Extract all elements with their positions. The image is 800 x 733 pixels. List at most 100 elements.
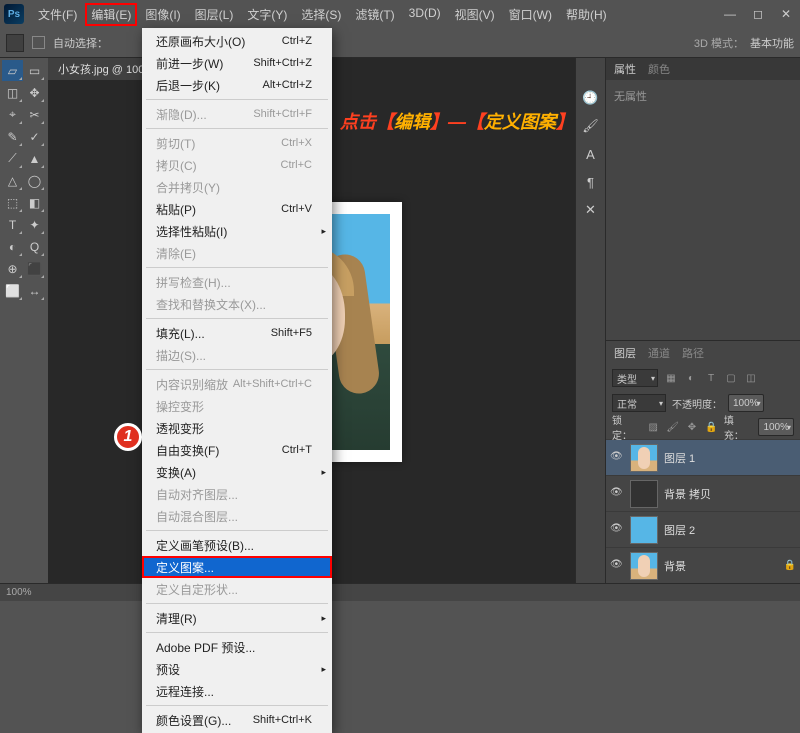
edit-menu-item-1[interactable]: 前进一步(W)Shift+Ctrl+Z (142, 52, 332, 74)
tool-19[interactable]: ⬛ (24, 258, 45, 279)
brush-icon[interactable]: 🖌 (581, 116, 601, 136)
blend-mode-dropdown[interactable]: 正常 (612, 394, 666, 412)
tool-1[interactable]: ▭ (24, 60, 45, 81)
zoom-level[interactable]: 100% (6, 587, 32, 598)
filter-adjust-icon[interactable]: ◐ (684, 371, 698, 385)
menu-编辑e[interactable]: 编辑(E) (85, 3, 137, 26)
opacity-label: 不透明度： (672, 396, 722, 411)
tool-0[interactable]: ▱ (2, 60, 23, 81)
edit-menu-item-17: 描边(S)... (142, 344, 332, 366)
layer-name: 背景 拷贝 (664, 486, 711, 502)
visibility-icon[interactable]: 👁 (610, 487, 624, 501)
minimize-button[interactable]: — (720, 6, 740, 22)
edit-menu-item-22[interactable]: 自由变换(F)Ctrl+T (142, 439, 332, 461)
lock-transparent-icon[interactable]: ▨ (647, 420, 660, 434)
tool-12[interactable]: ⬚ (2, 192, 23, 213)
edit-menu-item-0[interactable]: 还原画布大小(O)Ctrl+Z (142, 30, 332, 52)
edit-menu-item-27[interactable]: 定义画笔预设(B)... (142, 534, 332, 556)
menu-滤镜t[interactable]: 滤镜(T) (349, 3, 400, 26)
lock-pixels-icon[interactable]: 🖌 (666, 420, 679, 434)
tool-3[interactable]: ✥ (24, 82, 45, 103)
menu-视图v[interactable]: 视图(V) (449, 3, 501, 26)
layer-filter-kind[interactable]: 类型 (612, 369, 658, 387)
layer-row[interactable]: 👁 背景 拷贝 (606, 475, 800, 511)
edit-menu-item-37[interactable]: 颜色设置(G)...Shift+Ctrl+K (142, 709, 332, 731)
visibility-icon[interactable]: 👁 (610, 559, 624, 573)
edit-menu-item-2[interactable]: 后退一步(K)Alt+Ctrl+Z (142, 74, 332, 96)
edit-menu-item-33[interactable]: Adobe PDF 预设... (142, 636, 332, 658)
edit-menu-item-21[interactable]: 透视变形 (142, 417, 332, 439)
menu-3dd[interactable]: 3D(D) (403, 3, 447, 26)
edit-menu-item-25: 自动混合图层... (142, 505, 332, 527)
workspace-essentials[interactable]: 基本功能 (750, 35, 794, 51)
history-icon[interactable]: 🕘 (581, 88, 601, 108)
menu-文件f[interactable]: 文件(F) (32, 3, 83, 26)
tool-13[interactable]: ◧ (24, 192, 45, 213)
filter-shape-icon[interactable]: ▢ (724, 371, 738, 385)
menu-窗口w[interactable]: 窗口(W) (503, 3, 558, 26)
options-bar: 自动选择： 3D 模式： 基本功能 (0, 28, 800, 58)
properties-empty: 无属性 (606, 80, 800, 120)
tool-10[interactable]: △ (2, 170, 23, 191)
filter-pixel-icon[interactable]: ▦ (664, 371, 678, 385)
tab-color[interactable]: 颜色 (648, 61, 670, 77)
tool-17[interactable]: Q (24, 236, 45, 257)
edit-menu-item-34[interactable]: 预设 (142, 658, 332, 680)
menu-选择s[interactable]: 选择(S) (295, 3, 347, 26)
fill-value[interactable]: 100% (758, 418, 794, 436)
edit-menu-item-28[interactable]: 定义图案... (142, 556, 332, 578)
edit-menu-item-9[interactable]: 粘贴(P)Ctrl+V (142, 198, 332, 220)
status-bar: 100% (0, 583, 800, 601)
tool-preset-icon[interactable] (6, 34, 24, 52)
tool-15[interactable]: ✦ (24, 214, 45, 235)
tab-layers[interactable]: 图层 (614, 345, 636, 361)
tool-7[interactable]: ✓ (24, 126, 45, 147)
edit-menu-item-10[interactable]: 选择性粘贴(I) (142, 220, 332, 242)
opacity-value[interactable]: 100% (728, 394, 764, 412)
menu-帮助h[interactable]: 帮助(H) (560, 3, 613, 26)
maximize-button[interactable]: ◻ (748, 6, 768, 22)
layer-row[interactable]: 👁背景🔒 (606, 547, 800, 583)
tab-channels[interactable]: 通道 (648, 345, 670, 361)
menu-文字y[interactable]: 文字(Y) (241, 3, 293, 26)
layer-thumbnail (630, 444, 658, 472)
edit-menu-dropdown: 还原画布大小(O)Ctrl+Z前进一步(W)Shift+Ctrl+Z后退一步(K… (142, 28, 332, 733)
filter-text-icon[interactable]: T (704, 371, 718, 385)
tool-8[interactable]: ⟋ (2, 148, 23, 169)
tab-properties[interactable]: 属性 (614, 61, 636, 77)
tool-9[interactable]: ▲ (24, 148, 45, 169)
toolbox: ▱▭◫✥⌖✂✎✓⟋▲△◯⬚◧T✦◐Q⊕⬛⬜↔ (0, 58, 48, 583)
visibility-icon[interactable]: 👁 (610, 523, 624, 537)
menu-图层l[interactable]: 图层(L) (189, 3, 240, 26)
tool-6[interactable]: ✎ (2, 126, 23, 147)
tool-18[interactable]: ⊕ (2, 258, 23, 279)
auto-select-checkbox[interactable] (32, 36, 45, 49)
edit-menu-item-16[interactable]: 填充(L)...Shift+F5 (142, 322, 332, 344)
ruler-icon[interactable]: ✕ (581, 200, 601, 220)
edit-menu-item-23[interactable]: 变换(A) (142, 461, 332, 483)
layer-thumbnail (630, 552, 658, 580)
tool-21[interactable]: ↔ (24, 280, 45, 301)
close-button[interactable]: ✕ (776, 6, 796, 22)
lock-all-icon[interactable]: 🔒 (705, 420, 718, 434)
edit-menu-item-35[interactable]: 远程连接... (142, 680, 332, 702)
layer-row[interactable]: 👁图层 2 (606, 511, 800, 547)
tool-2[interactable]: ◫ (2, 82, 23, 103)
menu-图像i[interactable]: 图像(I) (139, 3, 186, 26)
lock-position-icon[interactable]: ✥ (685, 420, 698, 434)
tool-4[interactable]: ⌖ (2, 104, 23, 125)
edit-menu-item-19: 内容识别缩放Alt+Shift+Ctrl+C (142, 373, 332, 395)
tab-paths[interactable]: 路径 (682, 345, 704, 361)
char-icon[interactable]: A (581, 144, 601, 164)
filter-smart-icon[interactable]: ◫ (744, 371, 758, 385)
visibility-icon[interactable]: 👁 (610, 451, 624, 465)
edit-menu-item-31[interactable]: 清理(R) (142, 607, 332, 629)
tool-5[interactable]: ✂ (24, 104, 45, 125)
tool-20[interactable]: ⬜ (2, 280, 23, 301)
tool-16[interactable]: ◐ (2, 236, 23, 257)
layer-row[interactable]: 👁图层 1 (606, 439, 800, 475)
tool-11[interactable]: ◯ (24, 170, 45, 191)
para-icon[interactable]: ¶ (581, 172, 601, 192)
tool-14[interactable]: T (2, 214, 23, 235)
edit-menu-item-20: 操控变形 (142, 395, 332, 417)
